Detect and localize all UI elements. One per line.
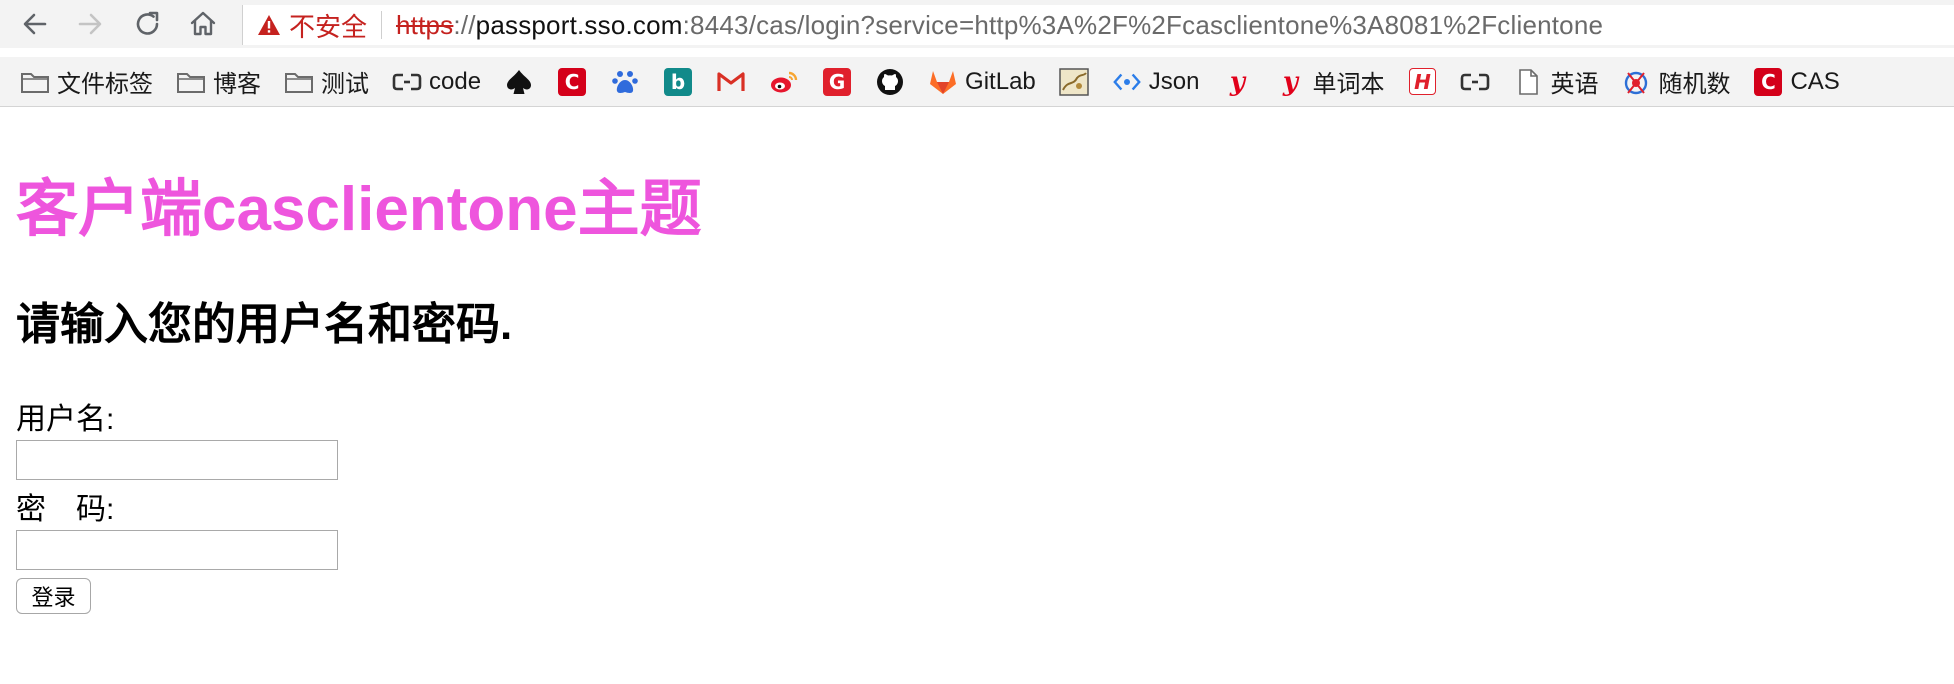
bookmark-folder-boke[interactable]: 博客 (170, 62, 267, 102)
password-input[interactable] (16, 530, 338, 570)
bookmark-label: CAS (1790, 67, 1840, 95)
h-logo-icon: H (1407, 67, 1437, 97)
password-label: 密 码: (16, 493, 115, 526)
client-title: 客户端casclientone主题 (16, 175, 702, 244)
bookmark-folder-ceshi[interactable]: 测试 (278, 62, 375, 102)
forward-button[interactable] (72, 6, 108, 42)
github-icon (875, 67, 905, 97)
warning-triangle-icon (258, 15, 280, 35)
bookmark-label: 单词本 (1312, 71, 1385, 98)
url-scheme-separator: :// (453, 9, 476, 40)
bookmark-gmail[interactable] (710, 62, 752, 102)
bookmark-code[interactable]: code (386, 62, 487, 102)
bookmark-label: 测试 (321, 71, 369, 98)
bookmark-bing[interactable]: b (657, 62, 699, 102)
youdao-icon: y (1229, 66, 1246, 97)
bookmark-label: 英语 (1550, 71, 1599, 98)
c-logo-icon: C (557, 67, 587, 97)
url-scheme: https (396, 9, 454, 40)
youdao-icon: y (1282, 66, 1299, 97)
c-logo-icon: C (1753, 67, 1783, 97)
folder-icon (284, 67, 314, 97)
bookmark-youdao[interactable]: y (1216, 62, 1258, 102)
bookmark-g-logo[interactable]: G (816, 62, 858, 102)
bookmark-random[interactable]: 随机数 (1615, 62, 1736, 102)
bookmark-image-thumb[interactable] (1053, 62, 1095, 102)
home-button[interactable] (185, 6, 221, 42)
bookmark-label: 文件标签 (57, 71, 153, 98)
url-text[interactable]: https://passport.sso.com:8443/cas/login?… (396, 10, 1603, 41)
bookmark-folder-wenjianbiaoqian[interactable]: 文件标签 (14, 62, 159, 102)
baidu-paw-icon (610, 67, 640, 97)
bookmark-c-logo[interactable]: C (551, 62, 593, 102)
address-separator (381, 11, 383, 39)
username-input[interactable] (16, 440, 338, 480)
url-host: passport.sso.com (475, 9, 683, 40)
random-icon (1621, 67, 1651, 97)
bookmark-cas[interactable]: C CAS (1747, 62, 1845, 102)
bookmark-github[interactable] (869, 62, 911, 102)
page-icon (1513, 67, 1543, 97)
bookmark-youdao-wordbook[interactable]: y 单词本 (1269, 62, 1390, 102)
bookmark-h-logo[interactable]: H (1401, 62, 1443, 102)
bing-icon: b (663, 67, 693, 97)
bookmark-spade[interactable] (498, 62, 540, 102)
arrow-right-icon (78, 13, 102, 35)
json-icon (1112, 67, 1142, 97)
bookmark-english[interactable]: 英语 (1507, 62, 1604, 102)
g-logo-icon: G (822, 67, 852, 97)
bookmark-label: Json (1148, 67, 1200, 95)
home-icon (190, 11, 216, 36)
bookmark-label: 博客 (213, 71, 261, 98)
arrow-left-icon (23, 13, 47, 35)
weibo-icon (769, 67, 799, 97)
folder-icon (20, 67, 50, 97)
address-bar[interactable]: 不安全 https://passport.sso.com:8443/cas/lo… (242, 5, 1954, 45)
url-path: :8443/cas/login?service=http%3A%2F%2Fcas… (682, 9, 1604, 40)
security-label: 不安全 (289, 11, 368, 42)
reload-icon (136, 11, 159, 35)
bookmarks-bar: 文件标签 博客 测试 code C b G GitLab Json y y 单词… (0, 57, 1954, 107)
folder-icon (176, 67, 206, 97)
login-prompt: 请输入您的用户名和密码. (16, 300, 513, 349)
bookmark-json[interactable]: Json (1106, 62, 1206, 102)
bookmark-link[interactable] (1454, 62, 1496, 102)
bookmark-label: code (429, 67, 482, 95)
reload-button[interactable] (130, 6, 166, 42)
bookmark-label: 随机数 (1658, 71, 1731, 98)
image-thumb-icon (1059, 67, 1089, 97)
bookmark-label: GitLab (965, 67, 1036, 95)
back-button[interactable] (17, 6, 53, 42)
link-icon (392, 67, 422, 97)
gmail-icon (716, 67, 746, 97)
username-label: 用户名: (16, 403, 115, 436)
spade-icon (504, 67, 534, 97)
browser-toolbar: 不安全 https://passport.sso.com:8443/cas/lo… (0, 0, 1954, 48)
bookmark-weibo[interactable] (763, 62, 805, 102)
gitlab-icon (928, 67, 958, 97)
login-button[interactable]: 登录 (16, 578, 91, 614)
link-icon (1460, 67, 1490, 97)
security-indicator[interactable]: 不安全 (257, 7, 367, 44)
bookmark-baidu[interactable] (604, 62, 646, 102)
bookmark-gitlab[interactable]: GitLab (922, 62, 1042, 102)
